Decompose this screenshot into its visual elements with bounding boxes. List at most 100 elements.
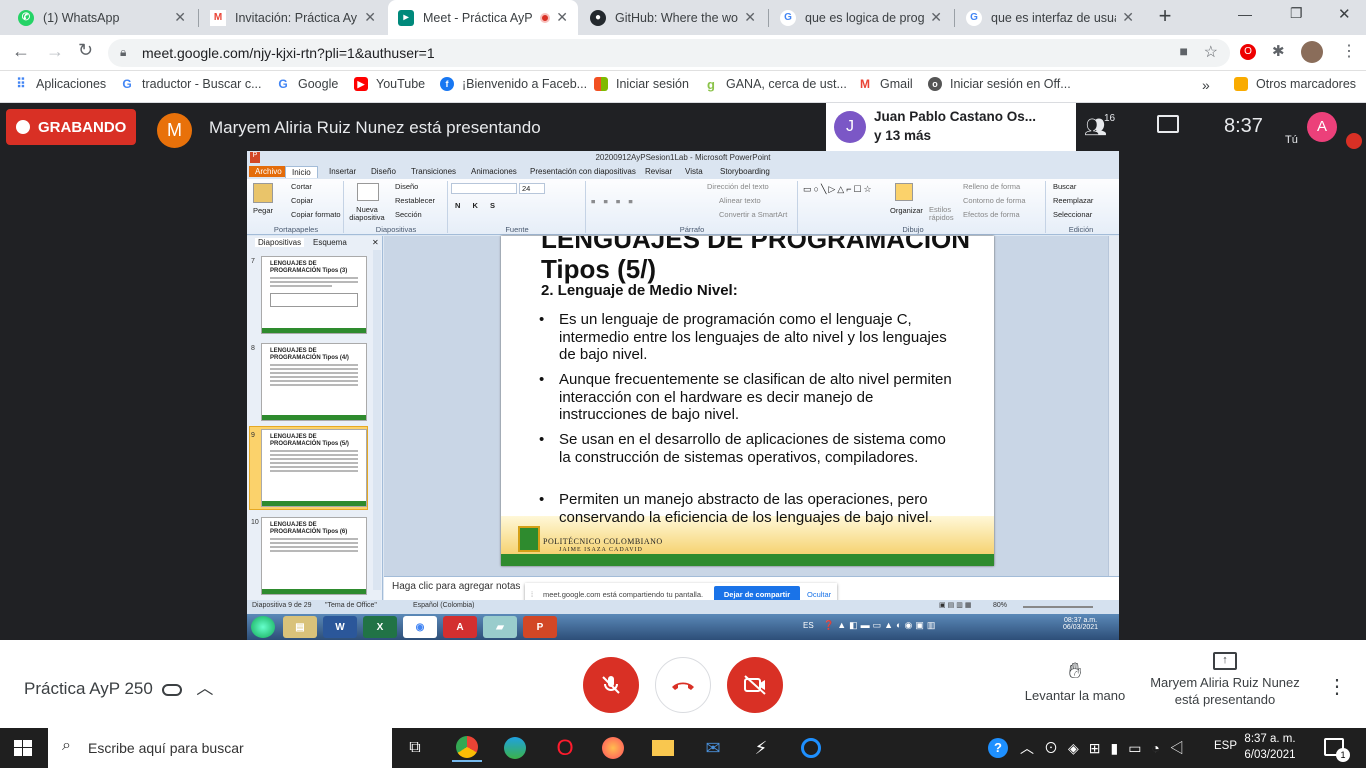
layout-button[interactable]: Diseño [395, 182, 418, 191]
tab-presentacion[interactable]: Presentación con diapositivas [524, 166, 642, 177]
raise-hand-button[interactable]: ✋︎ Levantar la mano [1018, 658, 1132, 703]
tab-revisar[interactable]: Revisar [639, 166, 678, 177]
mic-toggle-button[interactable] [583, 657, 639, 713]
task-view-icon[interactable]: ⧉ [400, 734, 430, 762]
close-tab-icon[interactable]: ✕ [364, 9, 376, 26]
star-icon[interactable]: ☆ [1204, 42, 1218, 62]
tab-inicio[interactable]: Inicio [285, 166, 318, 178]
bookmark-google[interactable]: G Google [276, 77, 338, 91]
close-tab-icon[interactable]: ✕ [744, 9, 756, 26]
format-painter-button[interactable]: Copiar formato [291, 210, 341, 219]
font-size-box[interactable]: 24 [519, 183, 545, 194]
restore-icon[interactable]: ❐ [1290, 5, 1303, 22]
slide-thumbnail[interactable]: LENGUAJES DE PROGRAMACIÓN Tipos (4/) [261, 343, 367, 421]
new-slide-icon[interactable] [357, 183, 379, 201]
new-slide-button[interactable]: Nueva diapositiva [347, 206, 387, 222]
more-options-icon[interactable]: ⋮ [1327, 674, 1347, 699]
tab-whatsapp[interactable]: ✆ (1) WhatsApp ✕ [8, 0, 196, 35]
pinned-participant-tile[interactable]: J Juan Pablo Castano Os... y 13 más [826, 103, 1076, 151]
tab-google-search-1[interactable]: G que es logica de progra ✕ [770, 0, 952, 35]
arrange-icon[interactable] [895, 183, 913, 201]
close-pane-icon[interactable]: ✕ [372, 238, 379, 247]
explorer-icon[interactable]: ▤ [283, 616, 317, 638]
view-buttons[interactable]: ▣▤▥▦ [939, 601, 973, 609]
close-tab-icon[interactable]: ✕ [930, 9, 942, 26]
bookmark-apps[interactable]: ⠿ Aplicaciones [14, 76, 106, 91]
current-slide[interactable]: LENGUAJES DE PROGRAMACIÓN Tipos (5/) 2. L… [501, 236, 994, 566]
bookmark-traductor[interactable]: Gtraductor - Buscar c... [120, 77, 261, 91]
meeting-title[interactable]: Práctica AyP 250 ︿ [24, 674, 213, 699]
mail-icon[interactable]: ✉ [698, 734, 728, 762]
firefox-icon[interactable] [598, 734, 628, 762]
system-clock[interactable]: 8:37 a. m. 6/03/2021 [1244, 731, 1296, 763]
camera-toggle-button[interactable] [727, 657, 783, 713]
url-bar[interactable]: 🔒︎ meet.google.com/njy-kjxi-rtn?pli=1&au… [108, 39, 1230, 67]
reset-button[interactable]: Restablecer [395, 196, 435, 205]
select-button[interactable]: Seleccionar [1053, 210, 1092, 219]
excel-icon[interactable]: X [363, 616, 397, 638]
help-icon[interactable]: ? [988, 738, 1008, 758]
align-icons[interactable]: ≡ ≡ ≡ ≡ [591, 197, 636, 206]
editor-scrollbar[interactable] [1108, 236, 1119, 576]
edge-icon[interactable] [500, 734, 530, 762]
replace-button[interactable]: Reemplazar [1053, 196, 1093, 205]
pane-tab-outline[interactable]: Esquema [313, 238, 347, 247]
chrome-taskbar-icon[interactable] [452, 734, 482, 762]
chrome-menu-icon[interactable]: ⋮ [1341, 41, 1357, 61]
bookmark-facebook[interactable]: f ¡Bienvenido a Faceb... [440, 77, 587, 91]
bookmarks-overflow-button[interactable]: » [1202, 77, 1210, 93]
tab-github[interactable]: ● GitHub: Where the worl ✕ [580, 0, 766, 35]
shape-fill-button[interactable]: Relleno de forma [963, 182, 1020, 191]
tab-google-search-2[interactable]: G que es interfaz de usua ✕ [956, 0, 1144, 35]
shape-outline-button[interactable]: Contorno de forma [963, 196, 1026, 205]
back-icon[interactable]: ← [12, 41, 30, 62]
shapes-gallery[interactable]: ▭○╲▷△⌐☐☆ [803, 184, 874, 195]
taskbar-search[interactable]: ⌕ Escribe aquí para buscar [48, 728, 392, 768]
tab-archivo[interactable]: Archivo [249, 166, 288, 177]
chevron-up-icon[interactable]: ︿ [196, 679, 213, 698]
shape-effects-button[interactable]: Efectos de forma [963, 210, 1020, 219]
bold-italic-underline-icons[interactable]: N K S [455, 201, 500, 210]
bookmark-gmail[interactable]: M Gmail [858, 77, 913, 91]
profile-avatar[interactable] [1301, 41, 1323, 63]
bookmark-microsoft[interactable]: Iniciar sesión [594, 77, 689, 91]
arrange-button[interactable]: Organizar [890, 206, 923, 215]
pane-scrollbar[interactable] [373, 250, 381, 590]
tab-vista[interactable]: Vista [679, 166, 709, 177]
font-name-box[interactable] [451, 183, 517, 194]
extensions-icon[interactable]: ✱ [1272, 42, 1285, 60]
pane-tab-slides[interactable]: Diapositivas [255, 238, 305, 247]
win7-start-icon[interactable] [251, 616, 275, 638]
tab-storyboarding[interactable]: Storyboarding [714, 166, 776, 177]
tab-meet[interactable]: ▸ Meet - Práctica AyP ✕ [388, 0, 578, 35]
hide-banner-button[interactable]: Ocultar [807, 590, 831, 599]
bookmark-office[interactable]: o Iniciar sesión en Off... [928, 77, 1071, 91]
input-language[interactable]: ESP [1214, 740, 1237, 752]
close-tab-icon[interactable]: ✕ [1122, 9, 1134, 26]
leave-call-button[interactable] [655, 657, 711, 713]
copy-link-icon[interactable] [161, 683, 182, 696]
drag-handle-icon[interactable]: ⁞ [531, 590, 533, 599]
cortana-icon[interactable] [796, 734, 826, 762]
tab-diseno[interactable]: Diseño [365, 166, 402, 177]
paste-icon[interactable] [253, 183, 273, 203]
section-button[interactable]: Sección [395, 210, 422, 219]
paste-button[interactable]: Pegar [253, 206, 273, 215]
tab-gmail-invite[interactable]: M Invitación: Práctica AyP ✕ [200, 0, 386, 35]
powerpoint-icon[interactable]: P [523, 616, 557, 638]
slide-thumbnail[interactable]: LENGUAJES DE PROGRAMACIÓN Tipos (3) [261, 256, 367, 334]
opera-ext-icon[interactable]: O [1240, 44, 1256, 60]
cut-button[interactable]: Cortar [291, 182, 312, 191]
slide-thumbnail[interactable]: LENGUAJES DE PROGRAMACIÓN Tipos (6) [261, 517, 367, 595]
zoom-slider[interactable] [1023, 606, 1093, 608]
file-explorer-icon[interactable] [648, 734, 678, 762]
tab-animaciones[interactable]: Animaciones [465, 166, 523, 177]
bookmark-youtube[interactable]: ▶ YouTube [354, 77, 425, 91]
present-now-button[interactable]: ↑ Maryem Aliria Ruiz Nunez está presentand… [1140, 652, 1310, 708]
reload-icon[interactable]: ↻ [78, 40, 93, 61]
opera-icon[interactable]: O [550, 734, 580, 762]
system-tray-icons[interactable]: ︿⊙◈⊞▮▭◔◁ [1020, 738, 1194, 758]
word-icon[interactable]: W [323, 616, 357, 638]
app-bolt-icon[interactable]: ⚡︎ [746, 734, 776, 762]
close-tab-icon[interactable]: ✕ [174, 9, 186, 26]
